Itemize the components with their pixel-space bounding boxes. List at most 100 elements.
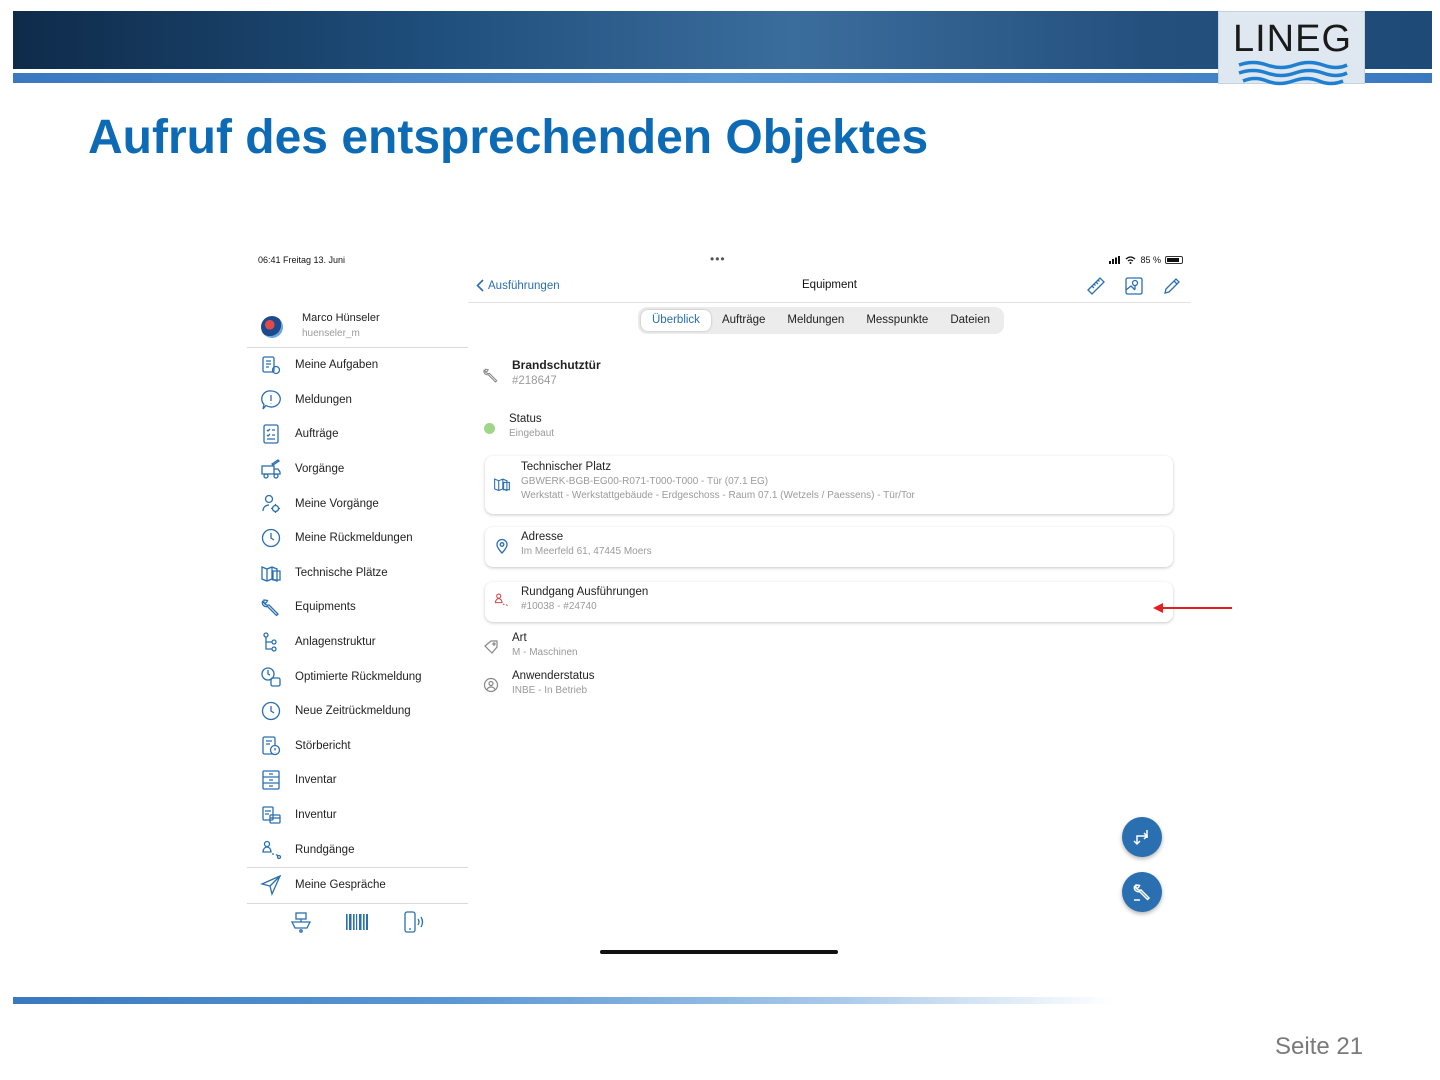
pencil-icon[interactable]	[1161, 275, 1183, 297]
sidebar-item-meldungen[interactable]: Meldungen	[247, 383, 468, 418]
user-profile[interactable]: Marco Hünseler huenseler_m	[247, 300, 468, 348]
barcode-icon[interactable]	[344, 910, 370, 934]
sidebar-item-label: Neue Zeitrückmeldung	[295, 705, 411, 718]
sidebar-item-label: Technische Plätze	[295, 566, 388, 579]
map-building-icon	[491, 473, 513, 495]
waves-icon	[1238, 60, 1348, 86]
status-label: Status	[509, 413, 542, 425]
segmented-tabs: Überblick Aufträge Meldungen Messpunkte …	[638, 307, 1004, 334]
sidebar-item-label: Inventar	[295, 774, 337, 787]
user-gear-icon	[260, 493, 282, 515]
technical-place-card[interactable]: Technischer Platz GBWERK-BGB-EG00-R071-T…	[485, 456, 1173, 514]
ship-icon[interactable]	[288, 910, 314, 934]
round-value: #10038 - #24740	[521, 601, 597, 612]
sidebar-item-meine-gespraeche[interactable]: Meine Gespräche	[247, 866, 468, 902]
lineg-logo: LINEG	[1218, 11, 1365, 86]
swap-arrows-icon	[1133, 830, 1149, 846]
ipad-status-bar: 06:41 Freitag 13. Juni ••• 85 %	[258, 252, 1183, 267]
hierarchy-icon	[260, 631, 282, 653]
battery-icon	[1165, 256, 1183, 264]
sidebar: Marco Hünseler huenseler_m Meine Aufgabe…	[247, 300, 468, 936]
map-pin-icon[interactable]	[1123, 275, 1145, 297]
chevron-left-icon	[476, 279, 484, 292]
multitask-dots[interactable]: •••	[710, 252, 726, 266]
sidebar-item-label: Meine Vorgänge	[295, 497, 379, 510]
footer-accent-line	[13, 997, 1113, 1004]
sidebar-item-label: Aufträge	[295, 428, 339, 441]
user-status-value: INBE - In Betrieb	[512, 685, 588, 696]
art-value: M - Maschinen	[512, 647, 578, 658]
send-icon	[260, 874, 282, 896]
nfc-phone-icon[interactable]	[401, 910, 427, 934]
slide: LINEG Aufruf des entsprechenden Objektes…	[0, 0, 1440, 1080]
switch-fab-button[interactable]	[1122, 817, 1162, 857]
sidebar-bottom-bar	[247, 903, 468, 937]
back-label: Ausführungen	[488, 279, 560, 292]
tech-place-description: Werkstatt - Werkstattgebäude - Erdgescho…	[521, 490, 915, 501]
status-dot	[484, 423, 495, 434]
address-value: Im Meerfeld 61, 47445 Moers	[521, 546, 652, 557]
sidebar-item-auftraege[interactable]: Aufträge	[247, 417, 468, 452]
avatar	[261, 316, 283, 338]
address-card[interactable]: Adresse Im Meerfeld 61, 47445 Moers	[485, 527, 1173, 567]
truck-edit-icon	[260, 458, 282, 480]
address-label: Adresse	[521, 531, 564, 543]
sidebar-item-technische-plaetze[interactable]: Technische Plätze	[247, 556, 468, 591]
battery-percent: 85 %	[1140, 255, 1161, 265]
sidebar-item-meine-aufgaben[interactable]: Meine Aufgaben	[247, 348, 468, 383]
toolbar-actions	[1085, 275, 1183, 297]
inventory-icon	[260, 804, 282, 826]
red-annotation-arrow	[1153, 603, 1232, 613]
map-building-icon	[260, 562, 282, 584]
sidebar-item-rundgaenge[interactable]: Rundgänge	[247, 832, 468, 867]
sidebar-item-meine-vorgaenge[interactable]: Meine Vorgänge	[247, 486, 468, 521]
page-number: Seite 21	[1275, 1033, 1364, 1060]
route-icon	[260, 839, 282, 861]
sidebar-nav: Meine Aufgaben Meldungen Aufträge Vorgän…	[247, 348, 468, 902]
tasks-icon	[260, 354, 282, 376]
sidebar-item-optimierte-rueckmeldung[interactable]: Optimierte Rückmeldung	[247, 659, 468, 694]
sidebar-item-label: Equipments	[295, 601, 356, 614]
sidebar-item-equipments[interactable]: Equipments	[247, 590, 468, 625]
sidebar-item-inventur[interactable]: Inventur	[247, 798, 468, 833]
equipment-id: #218647	[512, 375, 557, 387]
equipment-name: Brandschutztür	[512, 358, 601, 372]
ruler-icon[interactable]	[1085, 275, 1107, 297]
back-button[interactable]: Ausführungen	[476, 279, 560, 292]
sidebar-item-label: Meine Rückmeldungen	[295, 532, 413, 545]
status-value: Eingebaut	[509, 428, 555, 439]
status-time: 06:41 Freitag 13. Juni	[258, 255, 346, 265]
wrench-fab-button[interactable]	[1122, 872, 1162, 912]
clock-icon	[260, 700, 282, 722]
tag-icon	[480, 636, 502, 658]
logo-text: LINEG	[1232, 18, 1353, 60]
tab-dateien[interactable]: Dateien	[939, 310, 1001, 331]
navigation-bar: Ausführungen Equipment	[468, 270, 1191, 303]
user-name: Marco Hünseler	[302, 312, 380, 324]
tab-meldungen[interactable]: Meldungen	[776, 310, 855, 331]
slide-title: Aufruf des entsprechenden Objektes	[88, 111, 929, 164]
home-indicator	[600, 950, 838, 954]
round-label: Rundgang Ausführungen	[521, 586, 649, 598]
user-status-label: Anwenderstatus	[512, 670, 595, 682]
cabinet-icon	[260, 769, 282, 791]
sidebar-item-label: Störbericht	[295, 739, 351, 752]
clock-icon	[260, 527, 282, 549]
tab-auftraege[interactable]: Aufträge	[711, 310, 776, 331]
sidebar-item-label: Meine Aufgaben	[295, 359, 379, 372]
equipment-detail-panel: Ausführungen Equipment Überblick Aufträg…	[468, 270, 1191, 930]
sidebar-item-label: Optimierte Rückmeldung	[295, 670, 422, 683]
round-executions-card[interactable]: Rundgang Ausführungen #10038 - #24740	[485, 582, 1173, 622]
user-circle-icon	[480, 674, 502, 696]
sidebar-item-anlagenstruktur[interactable]: Anlagenstruktur	[247, 625, 468, 660]
wifi-icon	[1126, 256, 1136, 264]
sidebar-item-stoerbericht[interactable]: Störbericht	[247, 729, 468, 764]
speech-alert-icon	[260, 389, 282, 411]
sidebar-item-inventar[interactable]: Inventar	[247, 763, 468, 798]
tab-ueberblick[interactable]: Überblick	[641, 310, 711, 331]
sidebar-item-meine-rueckmeldungen[interactable]: Meine Rückmeldungen	[247, 521, 468, 556]
sidebar-item-neue-zeitrueckmeldung[interactable]: Neue Zeitrückmeldung	[247, 694, 468, 729]
sidebar-item-vorgaenge[interactable]: Vorgänge	[247, 452, 468, 487]
tab-messpunkte[interactable]: Messpunkte	[855, 310, 939, 331]
sidebar-item-label: Meine Gespräche	[295, 878, 386, 891]
